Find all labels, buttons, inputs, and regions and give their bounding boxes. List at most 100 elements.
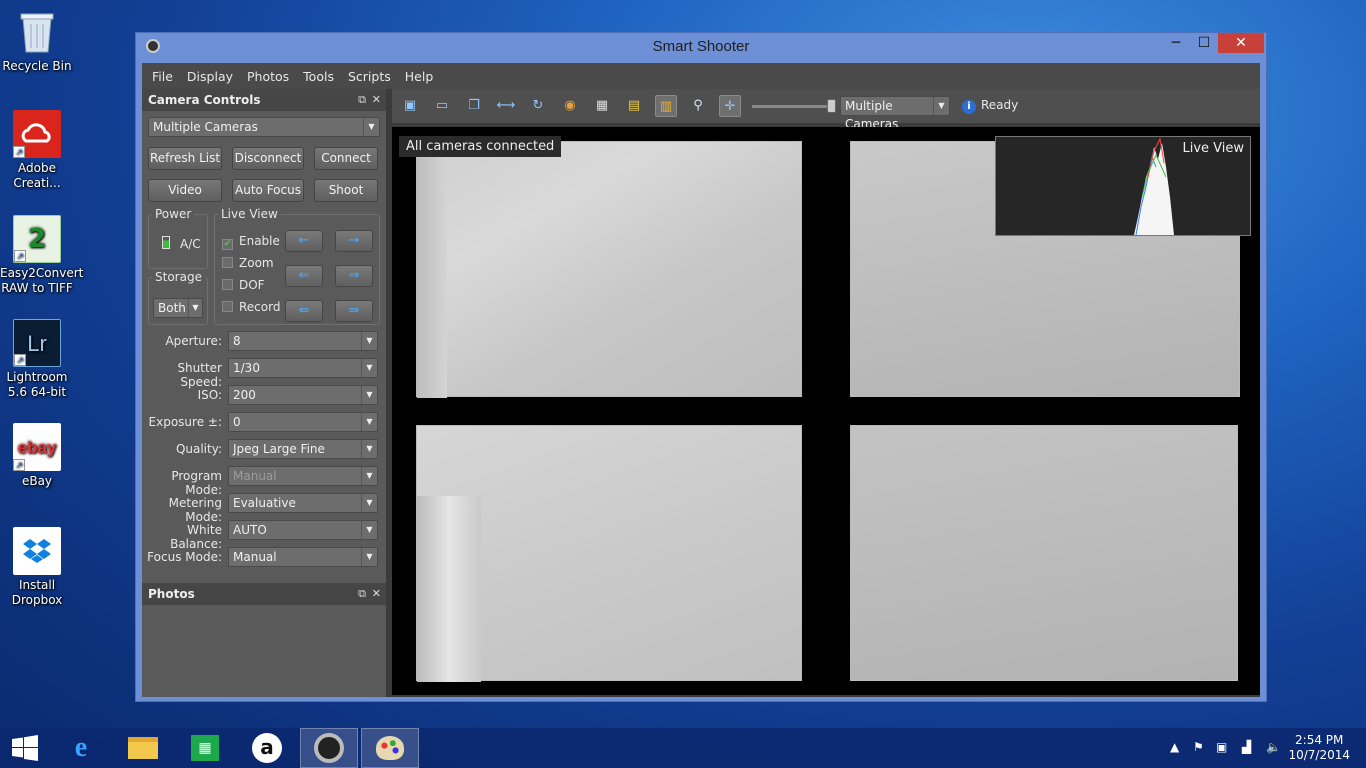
desktop-icon-ebay[interactable]: ebay ↗ eBay — [0, 423, 74, 489]
iso-select[interactable]: 200 ▼ — [228, 385, 378, 405]
exposure-select[interactable]: 0 ▼ — [228, 412, 378, 432]
metering-mode-value: Evaluative — [233, 496, 296, 510]
maximize-button[interactable]: ☐ — [1190, 33, 1218, 53]
desktop-icon-dropbox[interactable]: Install Dropbox — [0, 527, 74, 608]
desktop-icon-easy2convert[interactable]: 2 ↗ Easy2Convert RAW to TIFF — [0, 215, 83, 296]
start-button[interactable] — [0, 728, 50, 768]
taskbar-clock[interactable]: 2:54 PM 10/7/2014 — [1288, 733, 1350, 763]
action-center-flag-icon[interactable]: ⚑ — [1193, 740, 1204, 754]
camera-select[interactable]: Multiple Cameras ▼ — [148, 117, 380, 137]
focus-far-large-button[interactable]: ⇛ — [335, 300, 373, 322]
taskbar-file-explorer[interactable] — [114, 728, 172, 768]
disconnect-button[interactable]: Disconnect — [232, 147, 304, 170]
shoot-button[interactable]: Shoot — [314, 179, 378, 202]
focus-near-small-button[interactable]: ← — [285, 230, 323, 252]
focus-far-medium-button[interactable]: ⇒ — [335, 265, 373, 287]
zoom-slider[interactable] — [752, 99, 836, 113]
wall-corner — [417, 142, 447, 398]
window-title: Smart Shooter — [652, 38, 750, 55]
taskbar-amazon[interactable]: a — [238, 728, 296, 768]
smart-shooter-icon — [314, 733, 344, 763]
focus-mode-select[interactable]: Manual ▼ — [228, 547, 378, 567]
camera-preview-1[interactable] — [416, 141, 802, 398]
dof-checkbox[interactable]: DOF — [222, 278, 265, 292]
close-panel-icon[interactable]: ✕ — [372, 89, 381, 111]
stack-view-icon[interactable]: ❐ — [463, 95, 485, 117]
float-panel-icon[interactable]: ⧉ — [358, 89, 366, 111]
toolbar-camera-select[interactable]: Multiple Cameras ▼ — [840, 96, 950, 131]
white-balance-select[interactable]: AUTO ▼ — [228, 520, 378, 540]
record-checkbox[interactable]: Record — [222, 300, 280, 314]
desktop-icon-adobe-creative[interactable]: ↗ Adobe Creati... — [0, 110, 74, 191]
chevron-down-icon: ▼ — [361, 521, 377, 539]
volume-icon[interactable]: 🔈 — [1266, 740, 1281, 754]
rotate-icon[interactable]: ↻ — [527, 95, 549, 117]
taskbar-internet-explorer[interactable]: e — [52, 728, 110, 768]
chevron-down-icon: ▼ — [361, 440, 377, 458]
metering-mode-label: Metering Mode: — [168, 496, 222, 524]
camera-preview-3[interactable] — [416, 425, 802, 682]
float-panel-icon[interactable]: ⧉ — [358, 583, 366, 605]
menu-help[interactable]: Help — [405, 69, 434, 84]
lightroom-icon: Lr ↗ — [13, 319, 61, 367]
desktop-icon-label: Install Dropbox — [11, 578, 63, 607]
desktop-icon-recycle-bin[interactable]: Recycle Bin — [0, 8, 74, 74]
chevron-down-icon: ▼ — [188, 299, 202, 317]
live-view-label: Live View — [218, 207, 281, 221]
iso-value: 200 — [233, 388, 256, 402]
focus-far-small-button[interactable]: → — [335, 230, 373, 252]
histogram-chart — [1134, 137, 1174, 236]
crosshair-icon[interactable]: ✛ — [719, 95, 741, 117]
aperture-label: Aperture: — [165, 334, 222, 348]
menu-scripts[interactable]: Scripts — [348, 69, 391, 84]
desktop-icon-label: Lightroom 5.6 64-bit — [6, 370, 68, 399]
camera-view-icon[interactable]: ▣ — [399, 95, 421, 117]
desktop-icon-lightroom[interactable]: Lr ↗ Lightroom 5.6 64-bit — [0, 319, 74, 400]
auto-focus-button[interactable]: Auto Focus — [232, 179, 304, 202]
chevron-down-icon: ▼ — [361, 413, 377, 431]
menu-tools[interactable]: Tools — [303, 69, 334, 84]
close-panel-icon[interactable]: ✕ — [372, 583, 381, 605]
single-view-icon[interactable]: ▭ — [431, 95, 453, 117]
focus-near-large-button[interactable]: ⇚ — [285, 300, 323, 322]
slider-handle[interactable] — [827, 99, 836, 113]
minimize-button[interactable]: ─ — [1162, 33, 1190, 53]
chevron-down-icon: ▼ — [361, 467, 377, 485]
connect-button[interactable]: Connect — [314, 147, 378, 170]
taskbar-store[interactable]: ▦ — [176, 728, 234, 768]
network-icon[interactable]: ▟ — [1242, 740, 1251, 754]
camera-preview-4[interactable] — [850, 425, 1238, 681]
white-balance-value: AUTO — [233, 523, 267, 537]
desktop-icon-label: Adobe Creati... — [13, 161, 61, 190]
folder-icon — [128, 737, 158, 759]
device-icon[interactable]: ▣ — [1216, 740, 1227, 754]
metering-mode-select[interactable]: Evaluative ▼ — [228, 493, 378, 513]
storage-select[interactable]: Both ▼ — [153, 298, 203, 318]
show-hidden-icons[interactable]: ▲ — [1170, 740, 1179, 754]
video-button[interactable]: Video — [148, 179, 222, 202]
magnifier-icon[interactable]: ⚲ — [687, 95, 709, 117]
quality-select[interactable]: Jpeg Large Fine ▼ — [228, 439, 378, 459]
menu-display[interactable]: Display — [187, 69, 233, 84]
amazon-icon: a — [252, 733, 282, 763]
refresh-list-button[interactable]: Refresh List — [148, 147, 222, 170]
title-bar[interactable]: Smart Shooter ─ ☐ ✕ — [136, 33, 1266, 61]
clock-time: 2:54 PM — [1295, 733, 1344, 747]
grid-icon[interactable]: ▦ — [591, 95, 613, 117]
close-button[interactable]: ✕ — [1218, 33, 1264, 53]
color-wheel-icon[interactable]: ◉ — [559, 95, 581, 117]
menu-photos[interactable]: Photos — [247, 69, 289, 84]
monitor-icon[interactable]: ▤ — [623, 95, 645, 117]
taskbar-smart-shooter[interactable] — [300, 728, 358, 768]
histogram-icon[interactable]: ▥ — [655, 95, 677, 117]
aperture-select[interactable]: 8 ▼ — [228, 331, 378, 351]
aperture-value: 8 — [233, 334, 241, 348]
zoom-checkbox[interactable]: Zoom — [222, 256, 274, 270]
shutter-speed-select[interactable]: 1/30 ▼ — [228, 358, 378, 378]
fit-width-icon[interactable]: ⟷ — [495, 95, 517, 117]
paint-palette-icon — [376, 736, 404, 760]
enable-checkbox[interactable]: ✔ Enable — [222, 234, 280, 250]
taskbar-paint[interactable] — [361, 728, 419, 768]
menu-file[interactable]: File — [152, 69, 173, 84]
focus-near-medium-button[interactable]: ⇐ — [285, 265, 323, 287]
